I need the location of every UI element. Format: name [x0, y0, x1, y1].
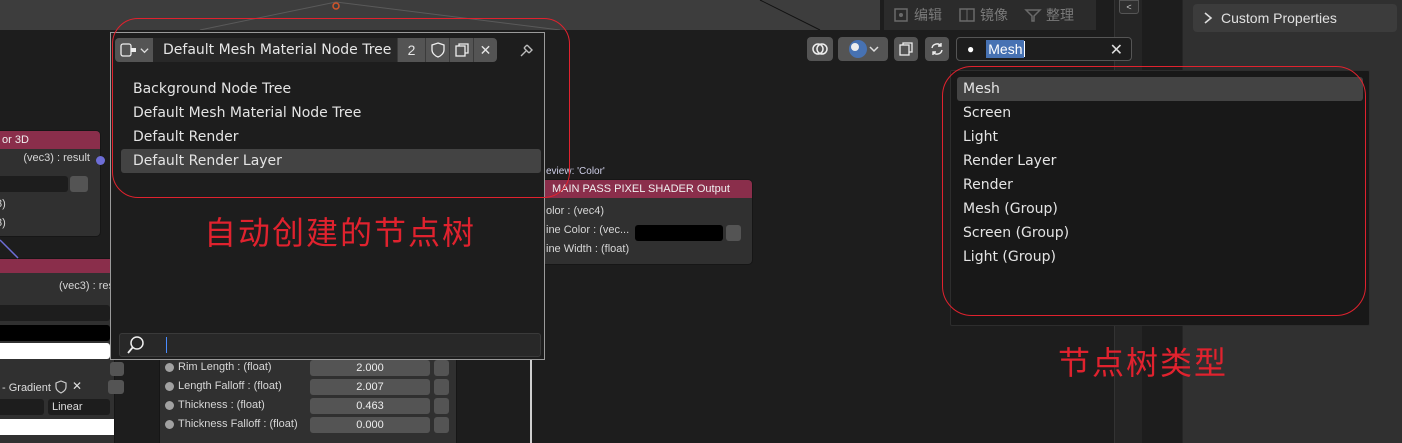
bullet-icon: ● — [967, 42, 975, 56]
annotation-oval-tree — [112, 18, 570, 198]
chevron-down-icon — [869, 46, 879, 53]
input-socket[interactable] — [165, 363, 174, 372]
copy-icon[interactable] — [108, 380, 124, 394]
reset-icon[interactable] — [110, 362, 124, 376]
list-icon[interactable] — [70, 176, 88, 192]
shading-sphere-icon — [849, 40, 867, 58]
input-socket[interactable] — [165, 401, 174, 410]
tidy-label: 整理 — [1046, 8, 1074, 24]
node-rim[interactable]: Rim Length : (float) 2.000 Length Fallof… — [160, 356, 456, 443]
node-dropdown[interactable] — [0, 305, 110, 321]
edit-tool[interactable]: 编辑 — [884, 0, 950, 30]
interpolation-value: Linear — [52, 401, 83, 413]
rim-row-label: Rim Length : (float) — [178, 361, 272, 373]
collapse-arrow-icon[interactable]: < — [1119, 0, 1139, 14]
node-header-bar — [0, 259, 114, 273]
rim-row-value[interactable]: 2.007 — [310, 379, 430, 395]
rim-row-label: Length Falloff : (float) — [178, 380, 282, 392]
refresh-button[interactable] — [925, 37, 949, 61]
edit-icon — [894, 8, 908, 22]
reset-icon[interactable] — [434, 417, 449, 433]
color-ramp-bar[interactable] — [0, 419, 114, 435]
mode-toolbar: 编辑 镜像 整理 — [884, 0, 1096, 30]
node-link — [530, 360, 532, 443]
output-socket[interactable] — [96, 156, 105, 165]
reset-icon[interactable] — [434, 360, 449, 376]
annotation-tree-note: 自动创建的节点树 — [204, 214, 477, 252]
node-vector-3d[interactable]: or 3D (vec3) : result 3) 3) — [0, 131, 100, 236]
overlay-button[interactable] — [807, 37, 833, 61]
color-swatch-black[interactable] — [0, 325, 110, 341]
node-input-row: olor : (vec4) — [546, 205, 605, 217]
node-input-row: 3) — [0, 217, 6, 229]
node-shader-output[interactable]: MAIN PASS PIXEL SHADER Output olor : (ve… — [540, 180, 752, 264]
copy-button[interactable] — [894, 37, 918, 61]
rim-row-value[interactable]: 0.463 — [310, 398, 430, 414]
node-dropdown[interactable] — [0, 176, 68, 192]
reset-icon[interactable] — [726, 225, 741, 241]
node-title: MAIN PASS PIXEL SHADER Output — [540, 180, 752, 198]
node-gradient[interactable]: (vec3) : res - Gradient ✕ Linear — [0, 259, 114, 443]
gradient-label: - Gradient — [2, 382, 51, 394]
annotation-type-note: 节点树类型 — [1058, 344, 1229, 382]
rim-row-value[interactable]: 0.000 — [310, 417, 430, 433]
shading-dropdown[interactable] — [838, 37, 888, 61]
line-color-swatch[interactable] — [635, 225, 723, 241]
node-input-row: ine Width : (float) — [546, 243, 630, 255]
reset-icon[interactable] — [434, 379, 449, 395]
copy-icon — [899, 42, 913, 56]
overlay-icon — [812, 43, 828, 55]
close-icon[interactable]: ✕ — [72, 379, 82, 393]
color-swatch-white[interactable] — [0, 343, 110, 359]
node-link-wire — [0, 239, 19, 259]
search-icon — [127, 336, 144, 354]
tidy-icon — [1024, 9, 1042, 22]
input-socket[interactable] — [165, 420, 174, 429]
tree-search-input[interactable] — [119, 333, 541, 357]
node-output-label: (vec3) : result — [23, 152, 90, 164]
input-socket[interactable] — [165, 382, 174, 391]
custom-properties-panel[interactable]: Custom Properties — [1193, 4, 1397, 32]
search-value: Mesh — [986, 40, 1025, 58]
rim-row-value[interactable]: 2.000 — [310, 360, 430, 376]
refresh-icon — [931, 43, 943, 55]
tidy-tool[interactable]: 整理 — [1016, 0, 1082, 30]
mirror-tool[interactable]: 镜像 — [950, 0, 1016, 30]
edit-label: 编辑 — [914, 8, 942, 24]
node-input-row: 3) — [0, 198, 6, 210]
node-output-label: (vec3) : res — [58, 280, 114, 292]
mode-select[interactable] — [0, 399, 44, 415]
annotation-oval-types — [942, 66, 1366, 316]
rim-row-label: Thickness Falloff : (float) — [178, 418, 298, 430]
shield-icon[interactable] — [54, 380, 68, 394]
custom-properties-label: Custom Properties — [1221, 10, 1337, 26]
chevron-right-icon — [1204, 12, 1213, 24]
interpolation-select[interactable]: Linear — [48, 399, 110, 415]
mirror-label: 镜像 — [980, 8, 1008, 24]
search-input[interactable]: ● Mesh ✕ — [956, 37, 1132, 61]
text-caret — [166, 337, 167, 353]
clear-icon[interactable]: ✕ — [1110, 40, 1123, 60]
node-title: or 3D — [0, 131, 100, 149]
reset-icon[interactable] — [434, 398, 449, 414]
text-caret — [1024, 41, 1026, 57]
mirror-icon — [959, 8, 975, 22]
rim-row-label: Thickness : (float) — [178, 399, 265, 411]
